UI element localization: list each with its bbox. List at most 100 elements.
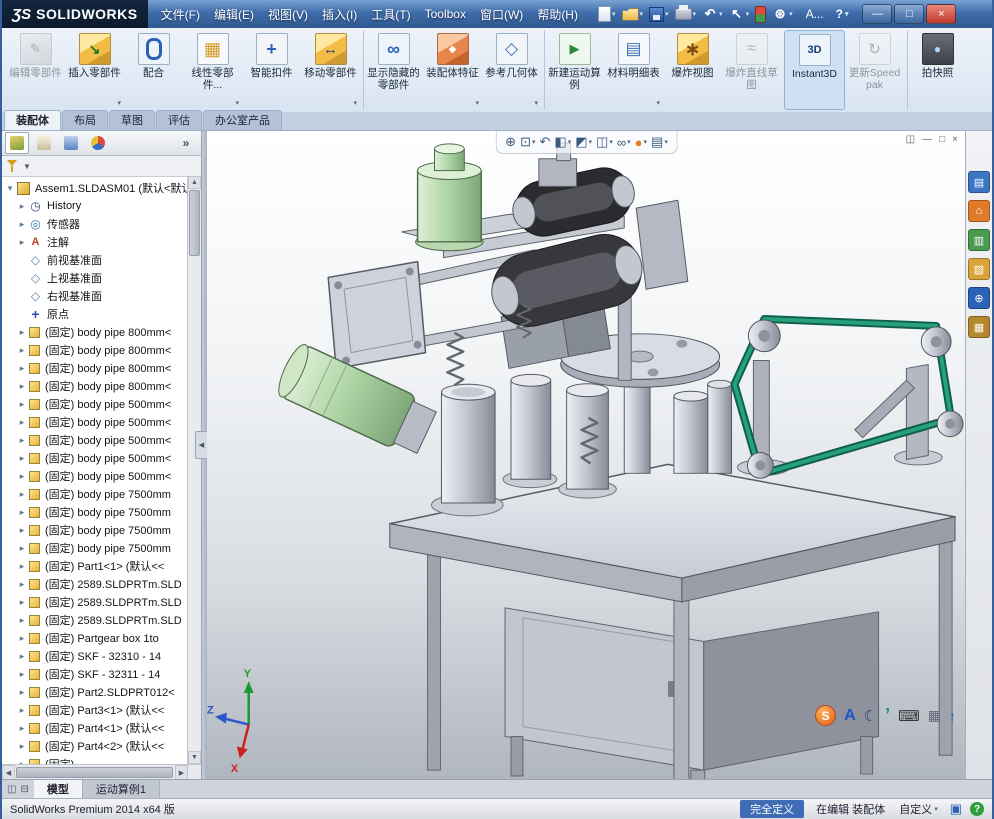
menu-item[interactable]: Toolbox (418, 4, 473, 24)
feature-tree-item[interactable]: ▸ (固定) Part4<2> (默认<< (2, 737, 201, 755)
feature-tree-item[interactable]: 右视基准面 (2, 287, 201, 305)
appearances-tab[interactable]: ⊕ (968, 287, 990, 309)
new-document-icon[interactable]: ▾ (597, 5, 617, 23)
tree-expander-icon[interactable]: ▸ (16, 543, 28, 554)
feature-tree-item[interactable]: ▸ (固定) body pipe 800mm< (2, 377, 201, 395)
keyboard-icon[interactable]: ⌨ (898, 707, 920, 725)
tree-expander-icon[interactable]: ▸ (16, 363, 28, 374)
feature-tree-item[interactable]: ▸ (固定) Part1<1> (默认<< (2, 557, 201, 575)
tree-expander-icon[interactable]: ▾ (4, 183, 16, 194)
scrollbar-thumb[interactable] (16, 767, 173, 778)
help-button[interactable]: ? ▾ (832, 7, 853, 21)
menu-item[interactable]: 工具(T) (364, 3, 417, 26)
ribbon-button[interactable]: 爆炸直线草图 (722, 30, 781, 110)
view-palette-tab[interactable]: ▧ (968, 258, 990, 280)
print-icon[interactable]: ▾ (674, 5, 698, 21)
tree-expander-icon[interactable]: ▸ (16, 687, 28, 698)
orientation-triad[interactable]: Y Z X (207, 668, 254, 775)
feature-tree-item[interactable]: ▸ (固定) 2589.SLDPRTm.SLD (2, 575, 201, 593)
tree-expander-icon[interactable]: ▸ (16, 201, 28, 212)
ribbon-button[interactable]: 配合 (124, 30, 183, 110)
tree-expander-icon[interactable]: ▸ (16, 525, 28, 536)
ribbon-button[interactable]: 线性零部件... ▾ (183, 30, 242, 110)
tree-filter-bar[interactable]: ▼ (2, 156, 201, 177)
resources-tab[interactable]: ▤ (968, 171, 990, 193)
doc-new-window-icon[interactable]: ◫ (906, 134, 915, 145)
scrollbar-thumb[interactable] (189, 190, 200, 256)
tree-expander-icon[interactable]: ▸ (16, 471, 28, 482)
undo-icon[interactable]: ↶ ▾ (701, 5, 724, 23)
menu-item[interactable]: 视图(V) (261, 3, 315, 26)
feature-tree-item[interactable]: ▸ (固定) body pipe 500mm< (2, 467, 201, 485)
feature-tree-item[interactable]: ▸ (固定) body pipe 7500mm (2, 485, 201, 503)
model-tab[interactable]: 运动算例1 (82, 780, 160, 798)
tree-expander-icon[interactable]: ▸ (16, 219, 28, 230)
ribbon-button[interactable]: 移动零部件 ▾ (301, 30, 360, 110)
select-icon[interactable]: ↖ ▾ (728, 5, 751, 23)
grid-icon[interactable]: ▦ (928, 707, 941, 724)
tree-expander-icon[interactable]: ▸ (16, 327, 28, 338)
menu-item[interactable]: 插入(I) (315, 3, 364, 26)
status-help-icon[interactable]: ? (970, 802, 984, 816)
custom-properties-tab[interactable]: ▦ (968, 316, 990, 338)
3d-assembly-model[interactable]: Y Z X (207, 131, 966, 780)
feature-tree-item[interactable]: ▸ (固定) body pipe 500mm< (2, 431, 201, 449)
feature-tree-item[interactable]: ▸ (固定) body pipe 7500mm (2, 539, 201, 557)
scroll-right-icon[interactable] (175, 765, 188, 780)
feature-tree-item[interactable]: ▸ (固定) Part3<1> (默认<< (2, 701, 201, 719)
status-custom-dropdown[interactable]: 自定义 ▾ (897, 801, 940, 817)
scroll-left-icon[interactable] (2, 765, 15, 780)
feature-tree-item[interactable]: ▸ 注解 (2, 233, 201, 251)
open-icon[interactable]: ▾ (621, 7, 645, 22)
ribbon-button[interactable]: 新建运动算例 (544, 30, 604, 110)
panel-expand-chevron[interactable]: » (174, 132, 198, 154)
ribbon-button[interactable]: 材料明细表 ▾ (604, 30, 663, 110)
feature-tree-item[interactable]: ▸ History (2, 197, 201, 215)
file-explorer-tab[interactable]: ▥ (968, 229, 990, 251)
ribbon-button[interactable]: Instant3D (784, 30, 845, 110)
command-tab[interactable]: 装配体 (4, 110, 61, 130)
tree-expander-icon[interactable]: ▸ (16, 417, 28, 428)
tree-expander-icon[interactable]: ▸ (16, 633, 28, 644)
ribbon-button[interactable]: 更新Speedpak (845, 30, 904, 110)
tree-expander-icon[interactable]: ▸ (16, 237, 28, 248)
tree-expander-icon[interactable]: ▸ (16, 651, 28, 662)
scroll-down-icon[interactable] (188, 751, 201, 764)
feature-tree-item[interactable]: ▸ (固定) (2, 755, 201, 764)
menu-item[interactable]: 编辑(E) (207, 3, 261, 26)
maximize-button[interactable]: □ (894, 4, 925, 24)
tree-expander-icon[interactable]: ▸ (16, 453, 28, 464)
feature-tree-item[interactable]: 前视基准面 (2, 251, 201, 269)
quote-icon[interactable]: ’ (885, 705, 890, 726)
tree-horizontal-scrollbar[interactable] (2, 764, 201, 780)
options-gear-icon[interactable]: ⊛ ▾ (771, 5, 794, 23)
tree-expander-icon[interactable]: ▸ (16, 705, 28, 716)
split-horizontal-icon[interactable]: ⊟ (20, 784, 28, 795)
hide-show-items-icon[interactable]: ∞ ▾ (617, 135, 631, 150)
ribbon-button[interactable]: 智能扣件 (242, 30, 301, 110)
tree-expander-icon[interactable]: ▸ (16, 489, 28, 500)
close-button[interactable]: × (926, 4, 957, 24)
feature-tree-item[interactable]: ▸ (固定) body pipe 800mm< (2, 323, 201, 341)
graphics-area[interactable]: Y Z X ⊕ ⊡ ▾ ↶ ◧ ▾ ◩ ▾ ◫ ▾ ∞ ▾ ● ▾ ▤ ▾ ◫ … (207, 131, 992, 780)
view-orientation-icon[interactable]: ◩ ▾ (575, 134, 592, 150)
section-view-icon[interactable]: ◧ ▾ (554, 134, 571, 150)
feature-tree-item[interactable]: ▸ (固定) Part4<1> (默认<< (2, 719, 201, 737)
ribbon-button[interactable]: 显示隐藏的零部件 (363, 30, 423, 110)
feature-tree-item[interactable]: ▸ 传感器 (2, 215, 201, 233)
tree-expander-icon[interactable]: ▸ (16, 435, 28, 446)
menu-item[interactable]: 文件(F) (154, 3, 207, 26)
tree-expander-icon[interactable]: ▸ (16, 615, 28, 626)
menu-item[interactable]: 帮助(H) (530, 3, 585, 26)
scroll-up-icon[interactable] (188, 176, 201, 189)
feature-tree-item[interactable]: ▸ (固定) Part2.SLDPRT012< (2, 683, 201, 701)
command-tab[interactable]: 办公室产品 (203, 110, 282, 130)
minimize-button[interactable]: — (862, 4, 893, 24)
save-icon[interactable]: ▾ (648, 6, 670, 23)
tree-expander-icon[interactable]: ▸ (16, 345, 28, 356)
feature-tree-item[interactable]: ▾ Assem1.SLDASM01 (默认<默认.. (2, 179, 201, 197)
tree-expander-icon[interactable]: ▸ (16, 399, 28, 410)
text-tool-icon[interactable]: A (844, 707, 856, 725)
doc-close-icon[interactable]: × (952, 134, 958, 145)
solidworks-launcher-icon[interactable]: S (815, 705, 837, 726)
